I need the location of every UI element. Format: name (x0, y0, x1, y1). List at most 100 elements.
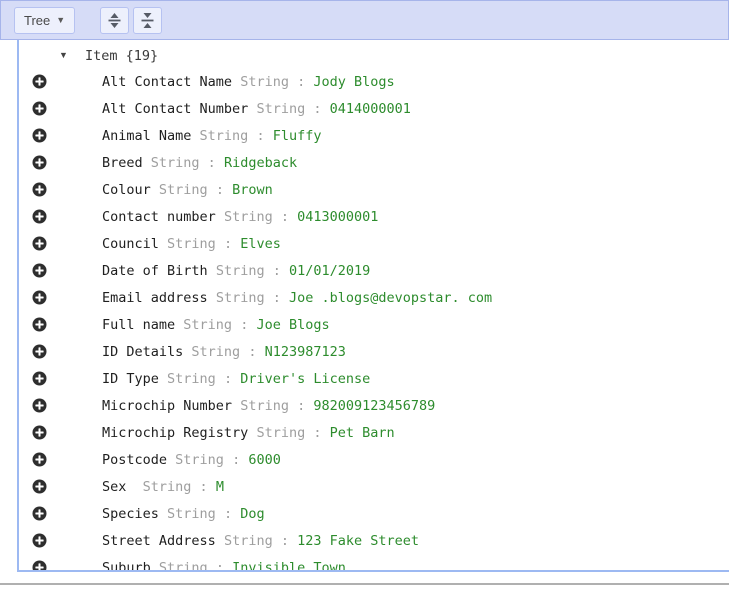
field-type-label: String : (151, 155, 216, 171)
tree-row: Animal Name String : Fluffy (19, 122, 729, 149)
expand-plus-icon[interactable] (31, 101, 47, 117)
expand-plus-icon[interactable] (31, 209, 47, 225)
field-value[interactable]: Joe .blogs@devopstar. com (289, 290, 492, 306)
field-key: Colour (102, 182, 151, 198)
expand-plus-icon[interactable] (31, 236, 47, 252)
expand-plus-icon[interactable] (31, 398, 47, 414)
tree-mode-label: Tree (24, 13, 50, 28)
expand-plus-icon[interactable] (31, 155, 47, 171)
expand-plus-icon[interactable] (31, 479, 47, 495)
field-value[interactable]: 0413000001 (297, 209, 378, 225)
tree-row: Colour String : Brown (19, 176, 729, 203)
field-type-label: String : (159, 182, 224, 198)
expand-plus-icon[interactable] (31, 74, 47, 90)
field-value[interactable]: Brown (232, 182, 273, 198)
json-tree-panel: ▼ Item {19} Alt Contact Name String : Jo… (17, 40, 729, 572)
tree-row: Breed String : Ridgeback (19, 149, 729, 176)
field-key: ID Type (102, 371, 159, 387)
tree-row: ID Details String : N123987123 (19, 338, 729, 365)
field-type-label: String : (240, 74, 305, 90)
tree-row: Council String : Elves (19, 230, 729, 257)
field-value[interactable]: 123 Fake Street (297, 533, 419, 549)
field-type-label: String : (256, 101, 321, 117)
expand-plus-icon[interactable] (31, 533, 47, 549)
expand-plus-icon[interactable] (31, 344, 47, 360)
tree-row: Species String : Dog (19, 500, 729, 527)
root-item-label: Item {19} (85, 48, 158, 64)
expand-all-button[interactable] (100, 7, 129, 34)
field-type-label: String : (159, 560, 224, 573)
field-type-label: String : (216, 263, 281, 279)
collapse-all-button[interactable] (133, 7, 162, 34)
collapse-caret-icon[interactable]: ▼ (59, 51, 71, 60)
field-type-label: String : (167, 506, 232, 522)
field-type-label: String : (224, 209, 289, 225)
field-key: Full name (102, 317, 175, 333)
tree-rows: Alt Contact Name String : Jody Blogs Alt… (19, 68, 729, 572)
tree-row: Microchip Registry String : Pet Barn (19, 419, 729, 446)
tree-row: ID Type String : Driver's License (19, 365, 729, 392)
field-value[interactable]: Pet Barn (330, 425, 395, 441)
expand-plus-icon[interactable] (31, 452, 47, 468)
expand-plus-icon[interactable] (31, 425, 47, 441)
field-value[interactable]: 0414000001 (330, 101, 411, 117)
field-type-label: String : (240, 398, 305, 414)
field-type-label: String : (224, 533, 289, 549)
field-type-label: String : (167, 371, 232, 387)
field-type-label: String : (191, 344, 256, 360)
field-type-label: String : (216, 290, 281, 306)
expand-plus-icon[interactable] (31, 560, 47, 573)
field-value[interactable]: Invisible Town (232, 560, 346, 573)
json-editor-toolbar: Tree ▼ (0, 0, 729, 40)
tree-row: Street Address String : 123 Fake Street (19, 527, 729, 554)
tree-row: Alt Contact Name String : Jody Blogs (19, 68, 729, 95)
field-value[interactable]: 982009123456789 (313, 398, 435, 414)
tree-row: Full name String : Joe Blogs (19, 311, 729, 338)
tree-row: Microchip Number String : 98200912345678… (19, 392, 729, 419)
field-key: Microchip Registry (102, 425, 248, 441)
page-divider (0, 583, 729, 585)
field-value[interactable]: M (216, 479, 224, 495)
field-key: Street Address (102, 533, 216, 549)
expand-plus-icon[interactable] (31, 317, 47, 333)
field-value[interactable]: N123987123 (265, 344, 346, 360)
field-key: Date of Birth (102, 263, 208, 279)
field-value[interactable]: Elves (240, 236, 281, 252)
tree-row: Alt Contact Number String : 0414000001 (19, 95, 729, 122)
field-value[interactable]: Jody Blogs (313, 74, 394, 90)
field-type-label: String : (175, 452, 240, 468)
tree-root-row: ▼ Item {19} (19, 43, 729, 68)
dropdown-caret-icon: ▼ (56, 15, 65, 25)
field-key: ID Details (102, 344, 183, 360)
field-type-label: String : (200, 128, 265, 144)
expand-plus-icon[interactable] (31, 506, 47, 522)
field-key: Animal Name (102, 128, 191, 144)
field-key: Council (102, 236, 159, 252)
field-value[interactable]: Joe Blogs (256, 317, 329, 333)
field-type-label: String : (183, 317, 248, 333)
field-value[interactable]: Ridgeback (224, 155, 297, 171)
field-key: Contact number (102, 209, 216, 225)
expand-plus-icon[interactable] (31, 128, 47, 144)
field-type-label: String : (256, 425, 321, 441)
tree-row: Sex String : M (19, 473, 729, 500)
field-value[interactable]: 6000 (248, 452, 281, 468)
expand-all-icon (106, 12, 123, 29)
field-type-label: String : (143, 479, 208, 495)
tree-row: Date of Birth String : 01/01/2019 (19, 257, 729, 284)
tree-row: Contact number String : 0413000001 (19, 203, 729, 230)
field-key: Postcode (102, 452, 167, 468)
expand-plus-icon[interactable] (31, 371, 47, 387)
expand-plus-icon[interactable] (31, 290, 47, 306)
field-value[interactable]: Driver's License (240, 371, 370, 387)
field-value[interactable]: Dog (240, 506, 264, 522)
field-key: Alt Contact Number (102, 101, 248, 117)
field-value[interactable]: 01/01/2019 (289, 263, 370, 279)
field-key: Alt Contact Name (102, 74, 232, 90)
tree-mode-dropdown[interactable]: Tree ▼ (14, 7, 75, 34)
field-key: Sex (102, 479, 135, 495)
field-value[interactable]: Fluffy (273, 128, 322, 144)
field-type-label: String : (167, 236, 232, 252)
expand-plus-icon[interactable] (31, 182, 47, 198)
expand-plus-icon[interactable] (31, 263, 47, 279)
